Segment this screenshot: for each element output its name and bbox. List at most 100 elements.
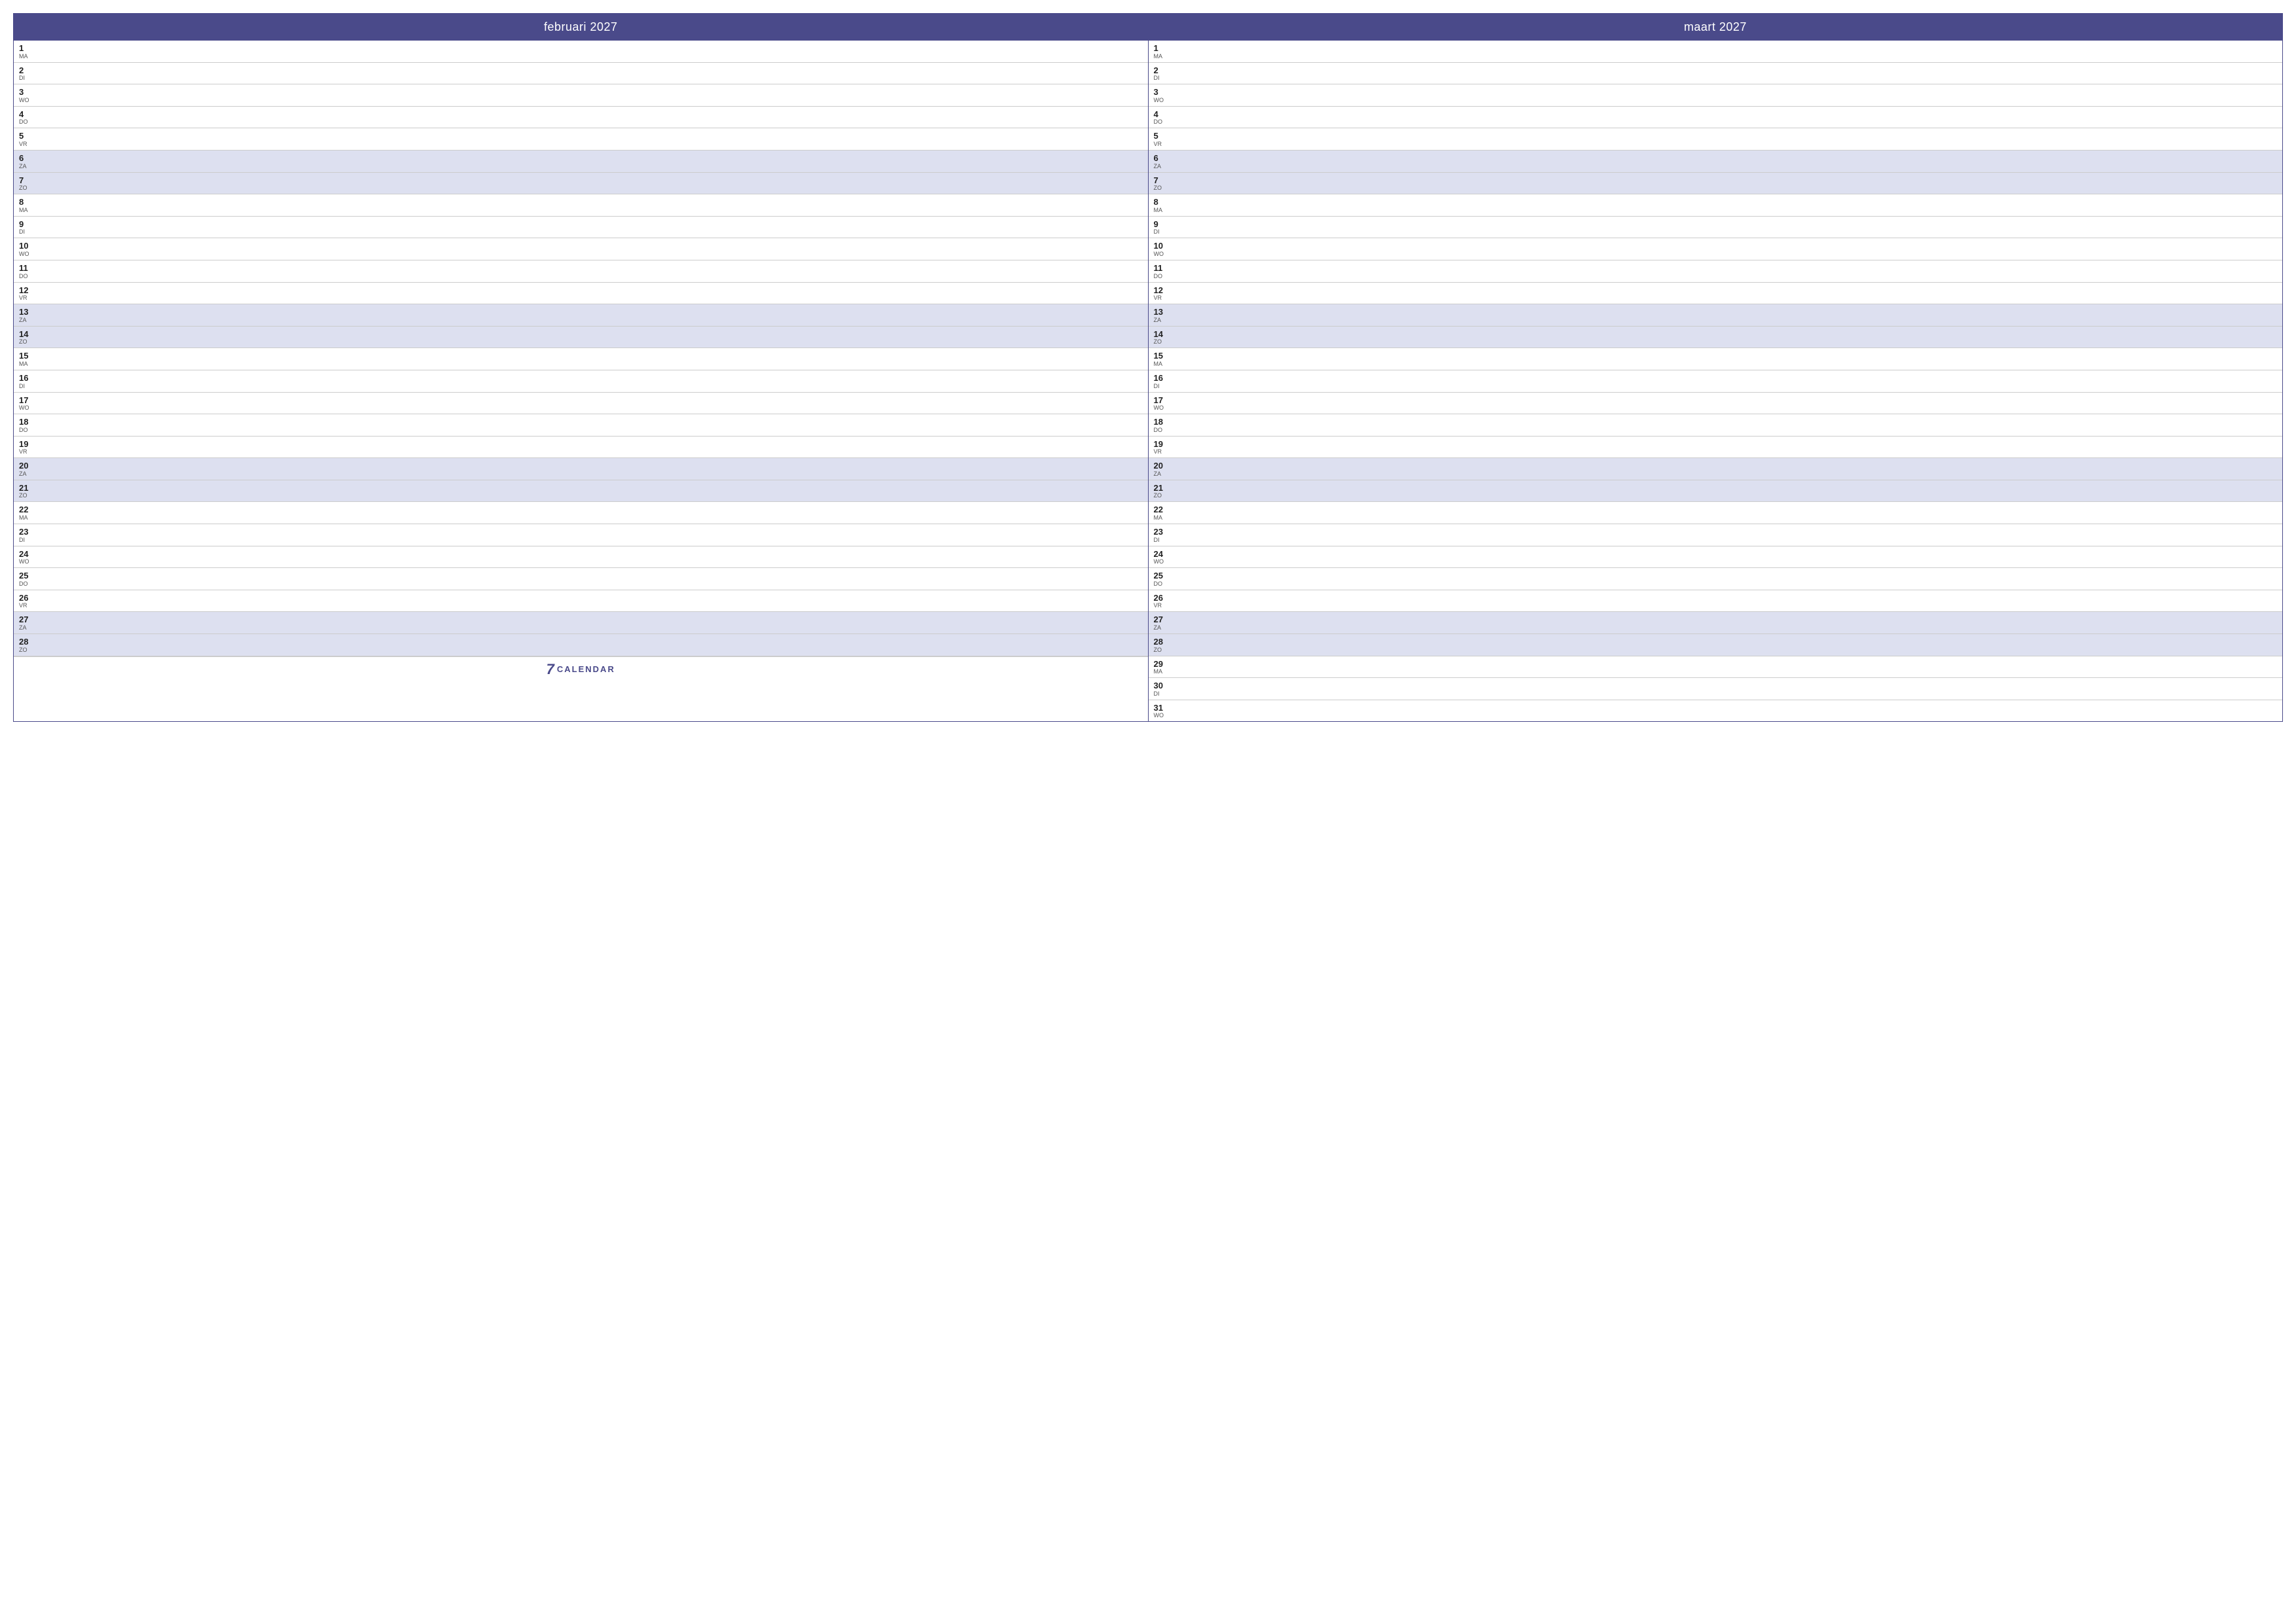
day-number: 14 <box>19 329 39 340</box>
day-abbr: WO <box>1154 559 1174 565</box>
day-number: 7 <box>19 175 39 186</box>
day-info: 1MA <box>19 43 39 60</box>
day-row-februari-2027-10: 10WO <box>14 238 1148 260</box>
day-info: 26VR <box>19 593 39 609</box>
day-row-maart-2027-17: 17WO <box>1149 393 2283 415</box>
day-number: 13 <box>19 307 39 317</box>
day-abbr: ZO <box>1154 493 1174 499</box>
day-number: 14 <box>1154 329 1174 340</box>
day-abbr: ZO <box>1154 647 1174 653</box>
day-number: 24 <box>19 549 39 560</box>
day-abbr: ZA <box>19 625 39 631</box>
logo-number: 7 <box>547 661 554 678</box>
day-info: 16DI <box>19 373 39 389</box>
day-number: 20 <box>19 461 39 471</box>
day-abbr: ZA <box>1154 317 1174 323</box>
day-row-maart-2027-8: 8MA <box>1149 194 2283 217</box>
day-abbr: DI <box>19 383 39 389</box>
day-number: 23 <box>19 527 39 537</box>
day-info: 9DI <box>1154 219 1174 236</box>
day-row-februari-2027-18: 18DO <box>14 414 1148 437</box>
day-number: 15 <box>19 351 39 361</box>
day-row-maart-2027-23: 23DI <box>1149 524 2283 546</box>
day-info: 21ZO <box>19 483 39 499</box>
day-info: 23DI <box>1154 527 1174 543</box>
day-abbr: ZO <box>19 185 39 191</box>
day-info: 10WO <box>1154 241 1174 257</box>
day-row-februari-2027-22: 22MA <box>14 502 1148 524</box>
day-row-maart-2027-15: 15MA <box>1149 348 2283 370</box>
day-number: 21 <box>1154 483 1174 493</box>
day-number: 8 <box>19 197 39 207</box>
day-info: 30DI <box>1154 681 1174 697</box>
day-info: 8MA <box>19 197 39 213</box>
day-number: 4 <box>19 109 39 120</box>
day-row-maart-2027-1: 1MA <box>1149 41 2283 63</box>
day-row-maart-2027-28: 28ZO <box>1149 634 2283 656</box>
day-row-februari-2027-16: 16DI <box>14 370 1148 393</box>
day-number: 15 <box>1154 351 1174 361</box>
day-abbr: DI <box>1154 537 1174 543</box>
day-number: 4 <box>1154 109 1174 120</box>
day-row-maart-2027-31: 31WO <box>1149 700 2283 722</box>
day-row-maart-2027-21: 21ZO <box>1149 480 2283 503</box>
day-abbr: MA <box>1154 669 1174 675</box>
day-info: 20ZA <box>19 461 39 477</box>
day-row-maart-2027-30: 30DI <box>1149 678 2283 700</box>
day-abbr: ZO <box>1154 185 1174 191</box>
day-row-maart-2027-2: 2DI <box>1149 63 2283 85</box>
month-header-februari-2027: februari 2027 <box>14 14 1148 41</box>
day-number: 16 <box>19 373 39 383</box>
day-row-februari-2027-5: 5VR <box>14 128 1148 151</box>
day-row-februari-2027-21: 21ZO <box>14 480 1148 503</box>
day-abbr: VR <box>1154 449 1174 455</box>
day-info: 8MA <box>1154 197 1174 213</box>
day-info: 18DO <box>1154 417 1174 433</box>
day-info: 20ZA <box>1154 461 1174 477</box>
day-abbr: MA <box>1154 515 1174 521</box>
day-info: 6ZA <box>19 153 39 169</box>
day-abbr: MA <box>19 54 39 60</box>
logo-text: CALENDAR <box>557 664 615 674</box>
day-row-februari-2027-20: 20ZA <box>14 458 1148 480</box>
day-row-februari-2027-1: 1MA <box>14 41 1148 63</box>
day-number: 6 <box>19 153 39 164</box>
day-info: 23DI <box>19 527 39 543</box>
day-info: 3WO <box>1154 87 1174 103</box>
day-row-februari-2027-2: 2DI <box>14 63 1148 85</box>
day-row-februari-2027-17: 17WO <box>14 393 1148 415</box>
calendar-container: februari 20271MA2DI3WO4DO5VR6ZA7ZO8MA9DI… <box>13 13 2283 722</box>
day-number: 3 <box>19 87 39 98</box>
day-row-februari-2027-12: 12VR <box>14 283 1148 305</box>
day-abbr: ZA <box>19 317 39 323</box>
day-abbr: MA <box>19 361 39 367</box>
day-number: 19 <box>19 439 39 450</box>
day-row-maart-2027-13: 13ZA <box>1149 304 2283 327</box>
day-number: 30 <box>1154 681 1174 691</box>
day-number: 11 <box>19 263 39 274</box>
day-number: 28 <box>19 637 39 647</box>
day-number: 1 <box>1154 43 1174 54</box>
month-column-februari-2027: februari 20271MA2DI3WO4DO5VR6ZA7ZO8MA9DI… <box>14 14 1149 721</box>
calendar-footer: 7CALENDAR <box>14 656 1148 682</box>
day-number: 5 <box>19 131 39 141</box>
day-number: 11 <box>1154 263 1174 274</box>
day-number: 8 <box>1154 197 1174 207</box>
day-info: 7ZO <box>1154 175 1174 192</box>
day-info: 11DO <box>1154 263 1174 279</box>
day-info: 22MA <box>19 505 39 521</box>
day-row-maart-2027-4: 4DO <box>1149 107 2283 129</box>
day-abbr: DI <box>19 537 39 543</box>
day-info: 27ZA <box>19 615 39 631</box>
day-info: 5VR <box>19 131 39 147</box>
day-row-februari-2027-3: 3WO <box>14 84 1148 107</box>
day-abbr: DO <box>1154 274 1174 279</box>
day-info: 27ZA <box>1154 615 1174 631</box>
day-row-februari-2027-15: 15MA <box>14 348 1148 370</box>
day-number: 1 <box>19 43 39 54</box>
day-info: 17WO <box>1154 395 1174 412</box>
day-number: 25 <box>19 571 39 581</box>
day-number: 13 <box>1154 307 1174 317</box>
day-row-februari-2027-6: 6ZA <box>14 151 1148 173</box>
day-abbr: ZO <box>19 339 39 345</box>
